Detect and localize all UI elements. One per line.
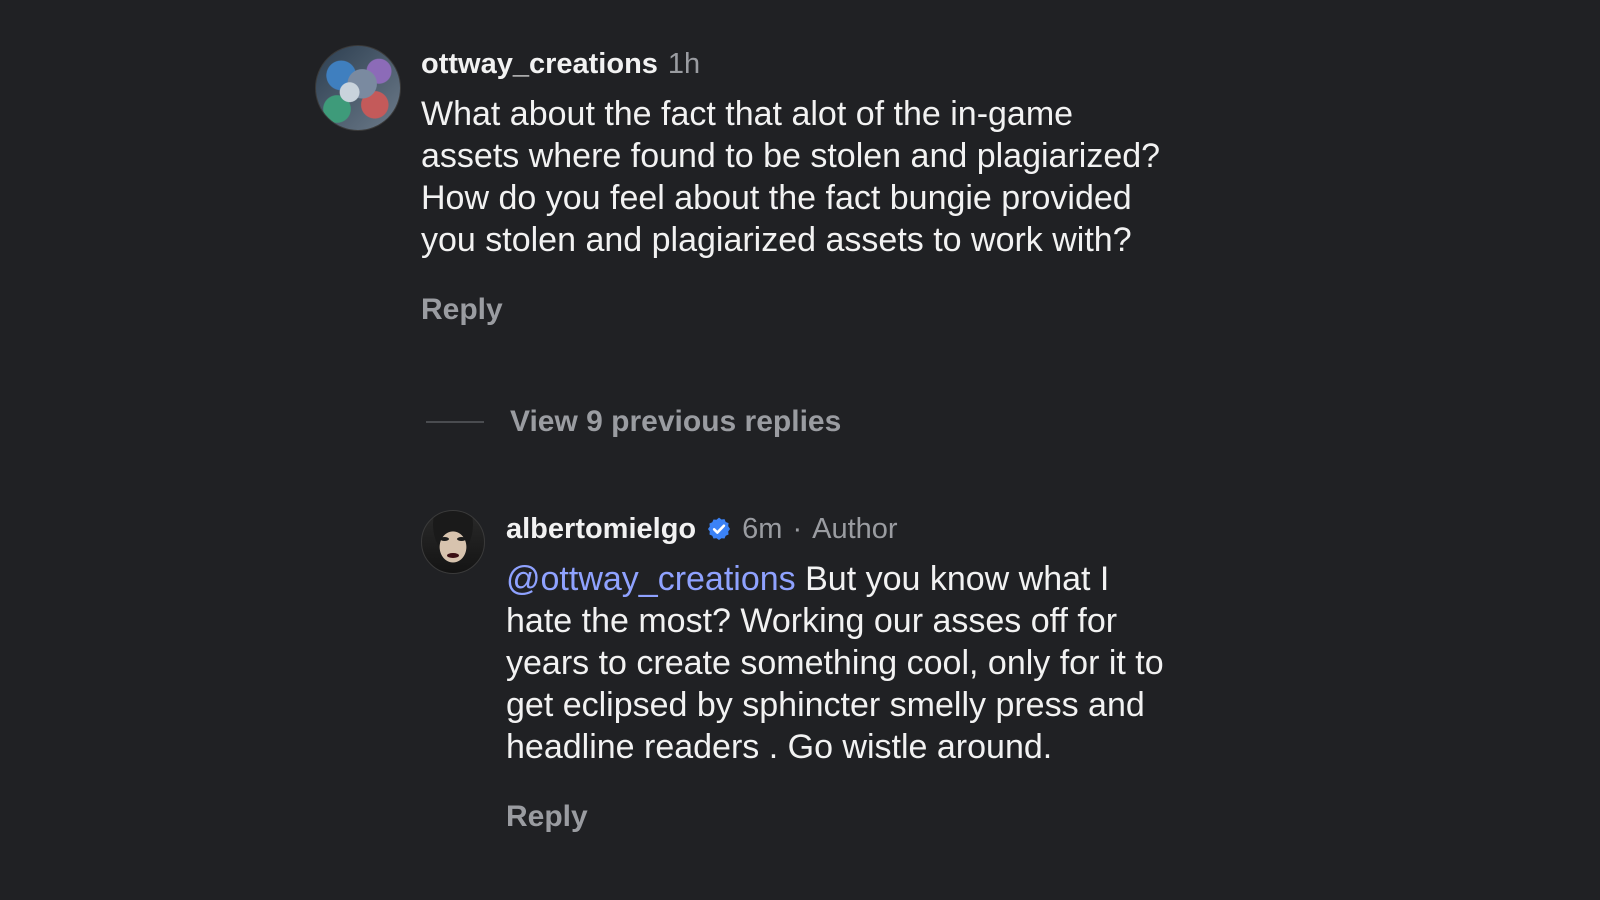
timestamp: 1h <box>667 47 701 80</box>
comment-header: albertomielgo 6m · Author <box>506 510 1206 548</box>
avatar[interactable] <box>315 45 401 131</box>
comment-text: What about the fact that alot of the in-… <box>421 95 1161 259</box>
reply-button[interactable]: Reply <box>506 800 588 834</box>
username[interactable]: albertomielgo <box>506 513 696 546</box>
avatar-mouth <box>447 553 459 558</box>
view-replies-label: View 9 previous replies <box>510 405 842 438</box>
author-badge: Author <box>812 512 898 545</box>
divider <box>426 421 484 423</box>
username[interactable]: ottway_creations <box>421 48 658 81</box>
comment-body: albertomielgo 6m · Author @ottway_creati… <box>506 510 1206 834</box>
timestamp: 6m <box>742 512 783 545</box>
comment-body: ottway_creations 1h What about the fact … <box>421 45 1181 327</box>
avatar[interactable] <box>421 510 485 574</box>
avatar-eye <box>440 537 449 541</box>
separator-dot: · <box>792 512 803 545</box>
view-previous-replies-button[interactable]: View 9 previous replies <box>426 405 841 439</box>
verified-badge-icon <box>708 517 731 541</box>
avatar-eye <box>457 537 466 541</box>
comment-header: ottway_creations 1h <box>421 45 1181 83</box>
mention-link[interactable]: @ottway_creations <box>506 560 796 598</box>
comment-text: @ottway_creations But you know what I ha… <box>506 558 1176 768</box>
comments-thread: ottway_creations 1h What about the fact … <box>0 0 1600 900</box>
reply-button[interactable]: Reply <box>421 293 503 327</box>
